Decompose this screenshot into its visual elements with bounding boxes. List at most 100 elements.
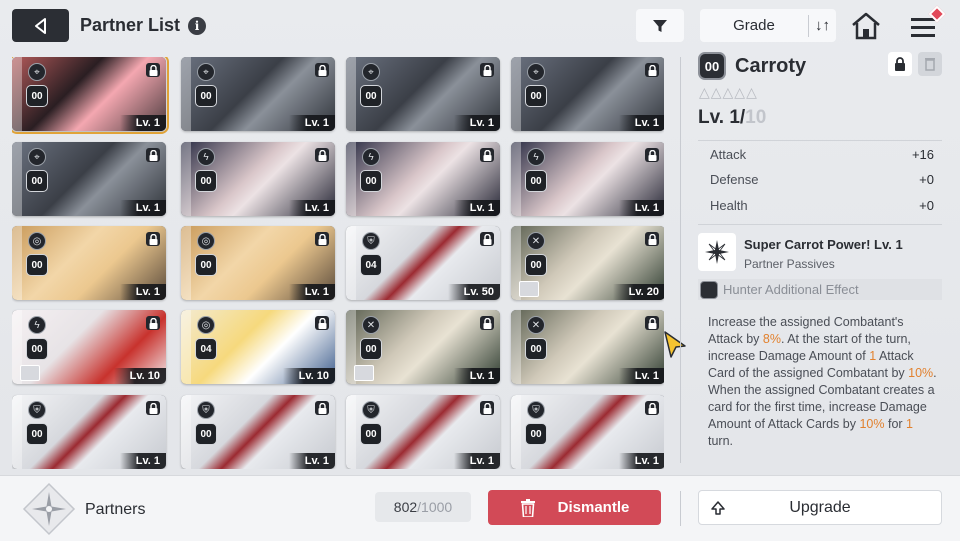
- partner-level: Lv. 1: [618, 200, 664, 216]
- lock-icon: [480, 401, 494, 415]
- description-text: for: [884, 417, 907, 431]
- partner-card[interactable]: ϟ 00 Lv. 1: [511, 142, 664, 216]
- dismantle-label: Dismantle: [557, 499, 630, 516]
- passive-title: Super Carrot Power! Lv. 1: [744, 237, 903, 252]
- description-text: turn.: [708, 434, 734, 448]
- rank-badge: 04: [360, 254, 382, 276]
- partner-card[interactable]: ⌖ 00 Lv. 1: [346, 57, 500, 131]
- card-edge: [181, 310, 191, 384]
- filter-button[interactable]: [636, 9, 684, 42]
- partner-level: Lv. 20: [612, 284, 664, 300]
- card-edge: [181, 142, 191, 216]
- trash-button[interactable]: [918, 52, 942, 76]
- card-edge: [181, 395, 191, 469]
- partner-card[interactable]: ⛨ 04 Lv. 50: [346, 226, 500, 300]
- lock-button[interactable]: [888, 52, 912, 76]
- partner-detail-panel: 00 Carroty △△△△△ Lv. 1/10 Attack +16 Def…: [698, 50, 942, 468]
- stat-row-health: Health +0: [698, 198, 942, 220]
- dismantle-button[interactable]: Dismantle: [488, 490, 661, 525]
- card-edge: [346, 57, 356, 131]
- partner-type-icon: ϟ: [362, 148, 380, 166]
- partner-card[interactable]: ◎ 00 Lv. 1: [12, 226, 166, 300]
- partner-level: Lv. 1: [618, 115, 664, 131]
- partner-level: Lv. 1: [119, 284, 166, 300]
- partner-card[interactable]: ⛨ 00 Lv. 1: [511, 395, 664, 469]
- stat-value: +0: [919, 172, 934, 187]
- partner-level: Lv. 1: [453, 200, 500, 216]
- stat-label: Health: [710, 198, 748, 213]
- footer-title: Partners: [85, 501, 146, 518]
- partner-card[interactable]: ✕ 00 Lv. 1: [511, 310, 664, 384]
- lock-icon: [645, 232, 659, 246]
- lock-icon: [315, 232, 329, 246]
- partner-card[interactable]: ◎ 00 Lv. 1: [181, 226, 335, 300]
- partner-type-icon: ◎: [197, 316, 215, 334]
- partner-type-icon: ⌖: [197, 63, 215, 81]
- passive-skill-icon[interactable]: [698, 233, 736, 271]
- partner-card[interactable]: ϟ 00 Lv. 10: [12, 310, 166, 384]
- partner-card[interactable]: ⌖ 00 Lv. 1: [12, 57, 169, 134]
- partner-level: Lv. 1: [288, 200, 335, 216]
- rank-badge: 00: [195, 423, 217, 445]
- partner-card[interactable]: ⛨ 00 Lv. 1: [346, 395, 500, 469]
- highlight-value: 8%: [762, 332, 781, 346]
- partner-level: Lv. 1: [119, 115, 166, 131]
- lock-icon: [146, 63, 160, 77]
- home-icon[interactable]: [850, 11, 882, 41]
- card-edge: [181, 226, 191, 300]
- stat-value: +0: [919, 198, 934, 213]
- lock-icon: [895, 57, 905, 71]
- page-title: Partner List: [80, 15, 181, 35]
- hunter-effect-label: Hunter Additional Effect: [723, 282, 859, 297]
- partner-card[interactable]: ⌖ 00 Lv. 1: [511, 57, 664, 131]
- partner-card[interactable]: ✕ 00 Lv. 20: [511, 226, 664, 300]
- info-icon[interactable]: i: [188, 17, 206, 35]
- card-edge: [511, 142, 521, 216]
- rank-badge: 00: [698, 52, 726, 80]
- partner-grid: ⌖ 00 Lv. 1 ⌖ 00 Lv. 1 ⌖ 00 Lv. 1 ⌖ 00 Lv. 1 ⌖ 00 Lv. 1…: [12, 57, 664, 469]
- count-current: 802: [393, 499, 418, 515]
- partner-level: Lv. 50: [447, 284, 500, 300]
- partner-card[interactable]: ϟ 00 Lv. 1: [181, 142, 335, 216]
- lock-icon: [146, 401, 160, 415]
- partner-card[interactable]: ⌖ 00 Lv. 1: [12, 142, 166, 216]
- trash-icon: [925, 58, 935, 71]
- partner-level: Lv. 1/10: [698, 107, 766, 129]
- header: Partner List i Grade ↓↑: [0, 0, 960, 52]
- partner-card[interactable]: ⛨ 00 Lv. 1: [12, 395, 166, 469]
- lock-icon: [315, 148, 329, 162]
- partner-card[interactable]: ⌖ 00 Lv. 1: [181, 57, 335, 131]
- partner-level: Lv. 1: [453, 368, 500, 384]
- divider: [698, 224, 942, 225]
- sort-dropdown[interactable]: Grade ↓↑: [700, 9, 836, 42]
- partner-card[interactable]: ◎ 04 Lv. 10: [181, 310, 335, 384]
- sort-order-icon[interactable]: ↓↑: [809, 17, 836, 34]
- partner-type-icon: ◎: [197, 232, 215, 250]
- partner-count: 802 / 1000: [375, 492, 471, 522]
- lock-icon: [480, 148, 494, 162]
- highlight-value: 10%: [908, 366, 934, 380]
- partner-card[interactable]: ϟ 00 Lv. 1: [346, 142, 500, 216]
- partner-type-icon: ✕: [527, 232, 545, 250]
- card-edge: [511, 57, 521, 131]
- upgrade-button[interactable]: Upgrade: [698, 490, 942, 525]
- partner-card[interactable]: ✕ 00 Lv. 1: [346, 310, 500, 384]
- partner-type-icon: ϟ: [28, 316, 46, 334]
- partner-type-icon: ◎: [28, 232, 46, 250]
- partner-type-icon: ⌖: [527, 63, 545, 81]
- back-button[interactable]: [12, 9, 69, 42]
- partner-type-icon: ⛨: [527, 401, 545, 419]
- partner-card[interactable]: ⛨ 00 Lv. 1: [181, 395, 335, 469]
- highlight-value: 10%: [859, 417, 885, 431]
- partner-type-icon: ⌖: [28, 148, 46, 166]
- partner-level: Lv. 1: [288, 115, 335, 131]
- highlight-value: 1: [906, 417, 913, 431]
- divider: [698, 140, 942, 141]
- hunter-effect-icon: [700, 280, 718, 299]
- lock-icon: [480, 63, 494, 77]
- card-edge: [12, 57, 22, 131]
- partner-type-icon: ϟ: [197, 148, 215, 166]
- card-edge: [181, 57, 191, 131]
- partner-type-icon: ⛨: [362, 232, 380, 250]
- passive-description: Increase the assigned Combatant's Attack…: [708, 314, 940, 450]
